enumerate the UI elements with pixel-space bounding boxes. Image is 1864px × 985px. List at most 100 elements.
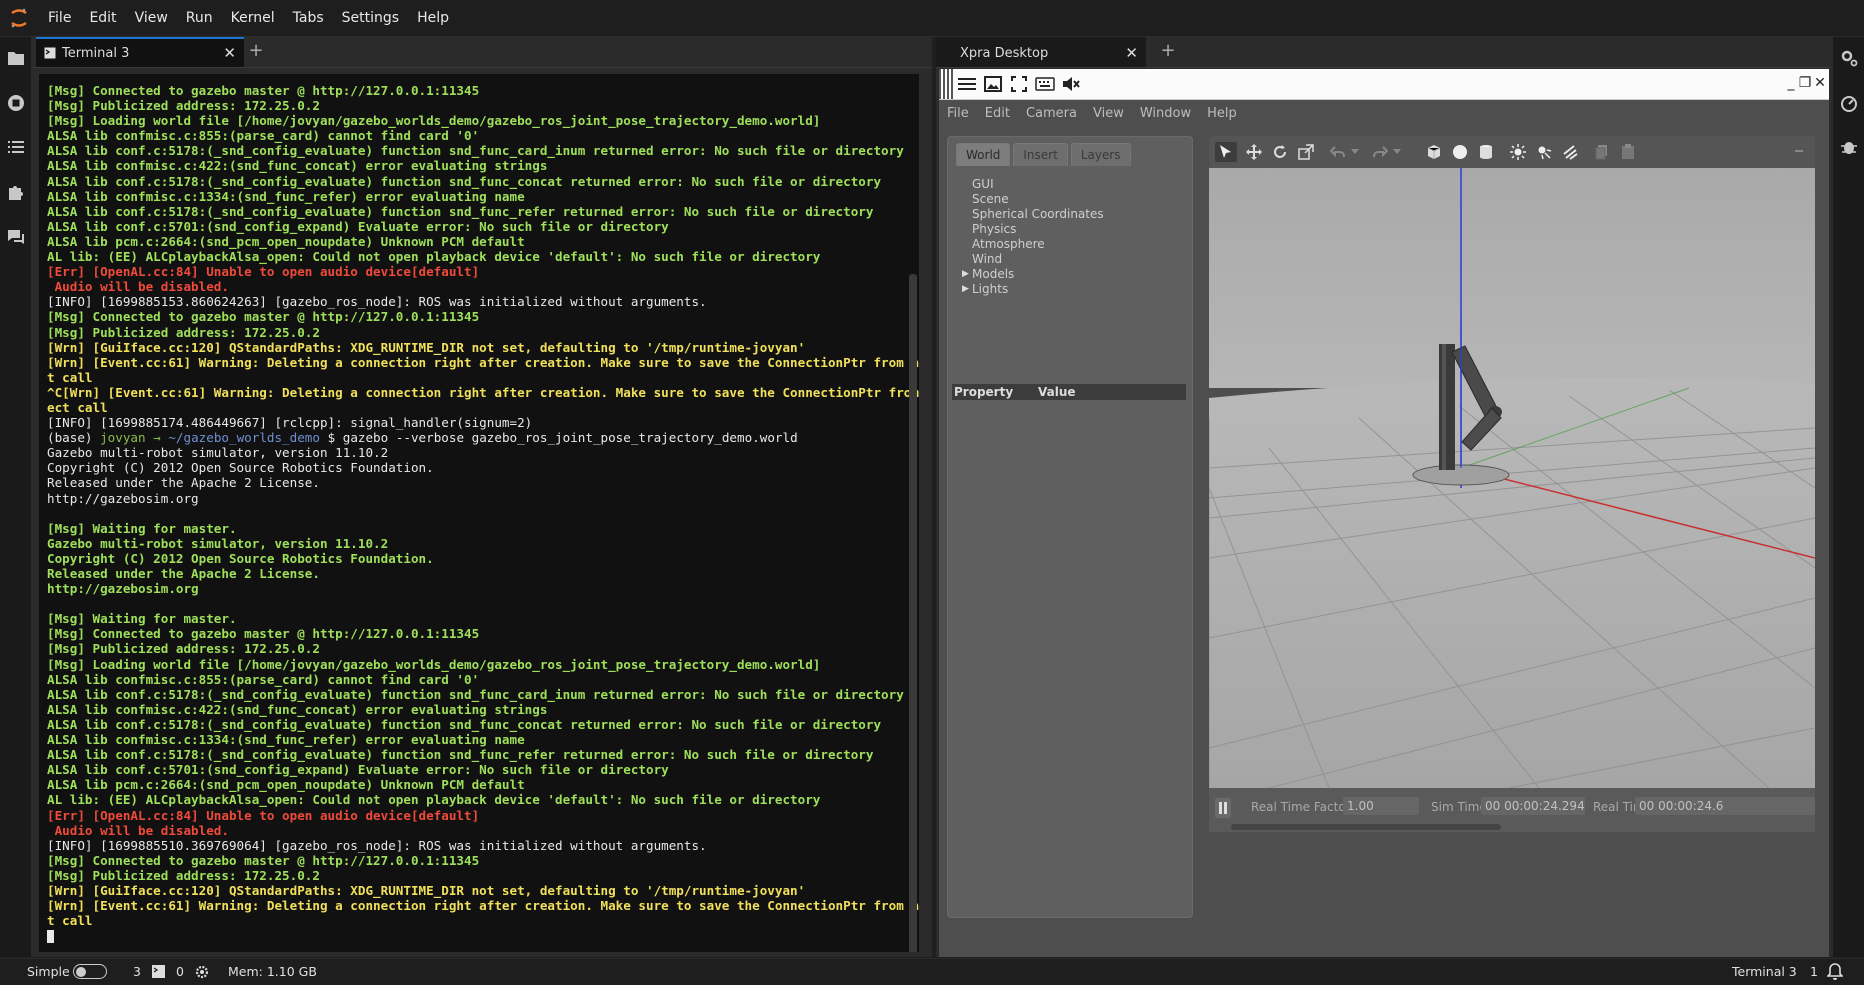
pause-button[interactable]	[1215, 798, 1231, 818]
tree-label: Wind	[972, 252, 1003, 266]
gazebo-left-panel: World Insert Layers GUI Scene Spherical …	[947, 136, 1193, 918]
folder-icon[interactable]	[5, 47, 27, 69]
sphere-shape-icon[interactable]	[1449, 142, 1471, 162]
extension-icon[interactable]	[5, 181, 27, 203]
terminal-line: [INFO] [1699885174.486449667] [rclcpp]: …	[47, 415, 533, 431]
tab-insert[interactable]: Insert	[1013, 143, 1068, 166]
close-icon[interactable]: ✕	[1125, 44, 1138, 62]
gazebo-menu-help[interactable]: Help	[1199, 106, 1245, 121]
terminal-line: [Wrn] [Event.cc:61] Warning: Deleting a …	[47, 354, 919, 370]
tab-xpra-desktop[interactable]: Xpra Desktop ✕	[936, 37, 1146, 67]
tree-item-spherical-coordinates[interactable]: Spherical Coordinates	[960, 207, 1104, 222]
gazebo-menu-camera[interactable]: Camera	[1018, 106, 1085, 121]
window-close-icon[interactable]: ✕	[1813, 74, 1827, 92]
directional-light-icon[interactable]	[1559, 142, 1581, 162]
paste-icon[interactable]	[1617, 142, 1639, 162]
menu-help[interactable]: Help	[408, 0, 458, 36]
terminal-scrollbar[interactable]	[909, 274, 917, 952]
terminal-line: AL lib: (EE) ALCplaybackAlsa_open: Could…	[47, 792, 821, 808]
menu-run[interactable]: Run	[177, 0, 222, 36]
menu-edit[interactable]: Edit	[80, 0, 125, 36]
fullscreen-icon[interactable]	[1008, 74, 1030, 94]
tree-item-physics[interactable]: Physics	[960, 222, 1104, 237]
simple-mode-label: Simple	[27, 964, 70, 979]
terminal-line: [Msg] Publicized address: 172.25.0.2	[47, 324, 320, 340]
scene-render	[1209, 168, 1815, 788]
expand-arrow-icon[interactable]: ▶	[962, 267, 969, 282]
terminal-line	[47, 928, 919, 944]
menu-settings[interactable]: Settings	[333, 0, 408, 36]
simple-mode-toggle[interactable]	[73, 964, 107, 979]
gazebo-menu-window[interactable]: Window	[1132, 106, 1199, 121]
terminal-line: [INFO] [1699885153.860624263] [gazebo_ro…	[47, 294, 707, 310]
point-light-icon[interactable]	[1507, 142, 1529, 162]
spot-light-icon[interactable]	[1533, 142, 1555, 162]
terminal-line: ALSA lib confmisc.c:1334:(snd_func_refer…	[47, 732, 525, 748]
terminal-line: ALSA lib conf.c:5701:(snd_config_expand)…	[47, 762, 669, 778]
gazebo-3d-viewport[interactable]	[1209, 168, 1815, 788]
translate-icon[interactable]	[1243, 142, 1265, 162]
new-tab-plus-icon[interactable]: +	[1158, 41, 1178, 61]
menu-kernel[interactable]: Kernel	[222, 0, 284, 36]
bug-icon[interactable]	[1838, 136, 1860, 158]
gazebo-menubar: File Edit Camera View Window Help	[939, 100, 1829, 126]
terminal-line: [Msg] Connected to gazebo master @ http:…	[47, 852, 480, 868]
new-tab-plus-icon[interactable]: +	[246, 41, 266, 61]
tree-item-wind[interactable]: Wind	[960, 252, 1104, 267]
tree-item-scene[interactable]: Scene	[960, 192, 1104, 207]
select-arrow-icon[interactable]	[1215, 142, 1237, 162]
tree-item-atmosphere[interactable]: Atmosphere	[960, 237, 1104, 252]
undo-dropdown-icon[interactable]	[1349, 142, 1361, 162]
gazebo-menu-file[interactable]: File	[939, 106, 977, 121]
redo-icon[interactable]	[1369, 142, 1391, 162]
menu-hamburger-icon[interactable]	[956, 74, 978, 94]
expand-arrow-icon[interactable]: ▶	[962, 282, 969, 297]
terminal-line: (base) jovyan → ~/gazebo_worlds_demo $ g…	[47, 430, 919, 445]
menu-tabs[interactable]: Tabs	[284, 0, 333, 36]
tab-world[interactable]: World	[956, 143, 1011, 166]
minimize-icon[interactable]: _	[1784, 74, 1798, 92]
debugger-gauge-icon[interactable]	[1838, 92, 1860, 114]
terminal-output[interactable]: [Msg] Connected to gazebo master @ http:…	[39, 74, 919, 952]
menu-file[interactable]: File	[39, 0, 80, 36]
tab-label: Terminal 3	[62, 45, 130, 61]
scale-icon[interactable]	[1295, 142, 1317, 162]
jupyter-logo-icon[interactable]	[5, 4, 33, 32]
screenshot-icon[interactable]	[982, 74, 1004, 94]
running-icon[interactable]	[5, 92, 27, 114]
tree-item-lights[interactable]: ▶ Lights	[960, 282, 1104, 297]
tab-terminal-3[interactable]: Terminal 3 ✕	[36, 37, 244, 67]
drag-handle[interactable]	[939, 69, 953, 99]
rotate-icon[interactable]	[1269, 142, 1291, 162]
toolbar-overflow-icon[interactable]	[1793, 142, 1805, 162]
undo-icon[interactable]	[1327, 142, 1349, 162]
property-column: Property	[954, 385, 1014, 399]
menu-view[interactable]: View	[126, 0, 177, 36]
terminal-line: ALSA lib conf.c:5178:(_snd_config_evalua…	[47, 143, 904, 159]
real-time-value: 00 00:00:24.6	[1635, 797, 1815, 815]
redo-dropdown-icon[interactable]	[1391, 142, 1403, 162]
horizontal-scrollbar[interactable]	[1231, 824, 1501, 830]
tab-layers[interactable]: Layers	[1070, 143, 1131, 166]
gazebo-menu-view[interactable]: View	[1085, 106, 1132, 121]
copy-icon[interactable]	[1591, 142, 1613, 162]
property-inspector-icon[interactable]	[1838, 47, 1860, 69]
terminal-line: [Wrn] [Event.cc:61] Warning: Deleting a …	[47, 898, 919, 914]
tree-item-gui[interactable]: GUI	[960, 177, 1104, 192]
property-table-header: Property Value	[952, 384, 1186, 400]
terminal-line: [Wrn] [GuiIface.cc:120] QStandardPaths: …	[47, 882, 806, 898]
box-shape-icon[interactable]	[1423, 142, 1445, 162]
maximize-icon[interactable]: ❐	[1798, 74, 1812, 92]
table-of-contents-icon[interactable]	[5, 136, 27, 158]
keyboard-icon[interactable]	[1034, 74, 1056, 94]
bell-icon[interactable]	[1826, 963, 1844, 983]
cylinder-shape-icon[interactable]	[1475, 142, 1497, 162]
close-icon[interactable]: ✕	[223, 44, 236, 62]
gazebo-menu-edit[interactable]: Edit	[977, 106, 1018, 121]
terminal-line: [Msg] Waiting for master.	[47, 520, 237, 536]
chat-icon[interactable]	[5, 226, 27, 248]
sound-muted-icon[interactable]	[1060, 74, 1082, 94]
tree-item-models[interactable]: ▶ Models	[960, 267, 1104, 282]
terminal-tab-icon	[44, 47, 56, 59]
